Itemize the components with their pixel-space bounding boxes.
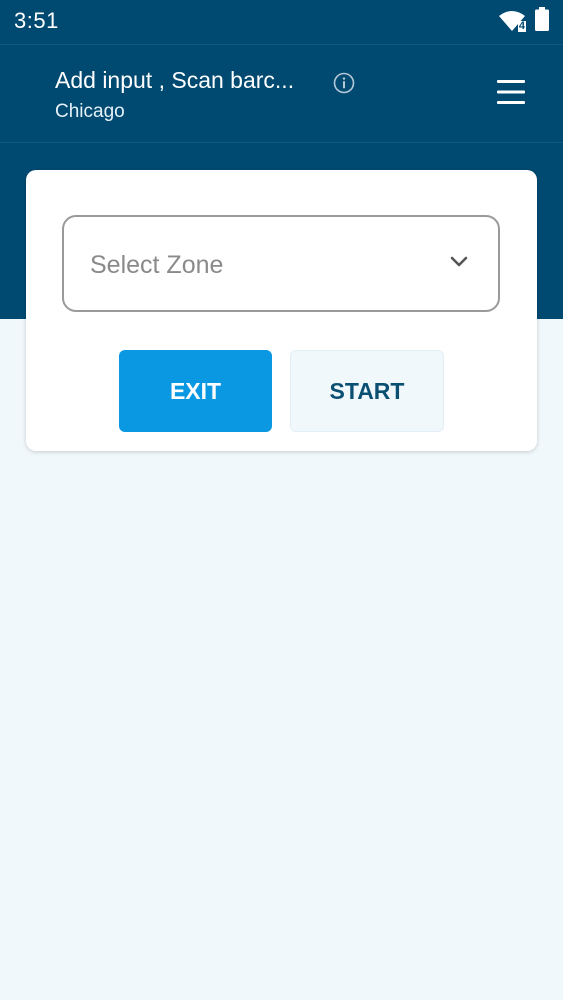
status-bar: 3:51 4 bbox=[0, 0, 563, 44]
page-title: Add input , Scan barc... bbox=[55, 67, 295, 93]
status-icons: 4 bbox=[499, 6, 549, 36]
battery-icon bbox=[535, 6, 549, 36]
hamburger-menu-icon[interactable] bbox=[497, 79, 525, 105]
start-button[interactable]: START bbox=[290, 350, 444, 432]
wifi-icon: 4 bbox=[499, 10, 526, 32]
page-subtitle: Chicago bbox=[55, 101, 125, 122]
zone-select[interactable]: Select Zone bbox=[62, 215, 500, 312]
info-icon[interactable] bbox=[333, 72, 355, 94]
zone-select-placeholder: Select Zone bbox=[90, 251, 224, 279]
status-time: 3:51 bbox=[14, 8, 59, 33]
chevron-down-icon bbox=[450, 255, 468, 267]
network-type-badge: 4 bbox=[517, 20, 526, 32]
exit-button[interactable]: EXIT bbox=[119, 350, 272, 432]
app-bar: Add input , Scan barc... Chicago bbox=[0, 44, 563, 142]
zone-selection-card: Select Zone EXIT START bbox=[26, 170, 537, 451]
